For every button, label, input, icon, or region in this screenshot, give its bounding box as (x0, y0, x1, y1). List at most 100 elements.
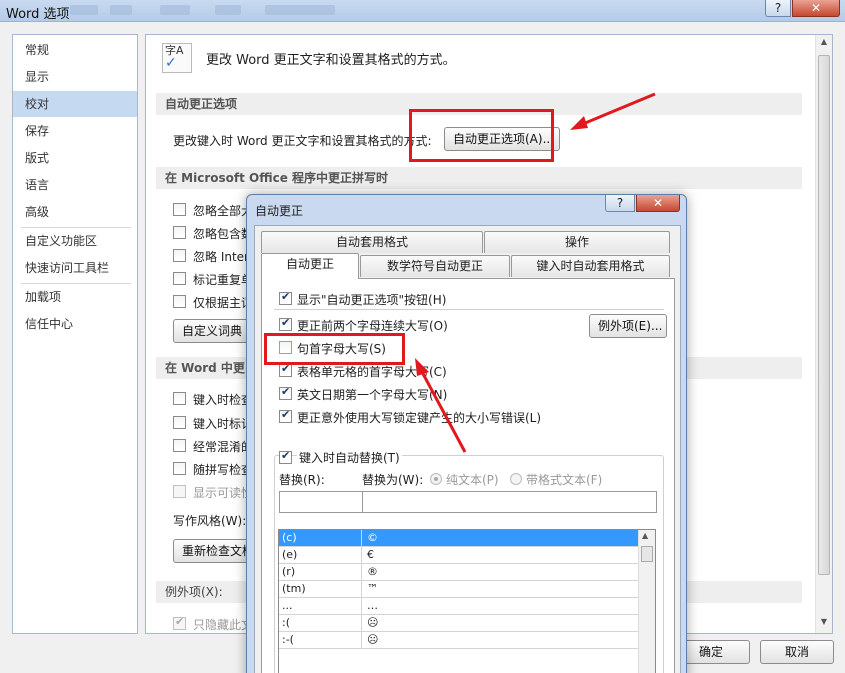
tab-autocorrect[interactable]: 自动更正 (261, 253, 359, 279)
window-titlebar: Word 选项 ? ✕ (0, 0, 845, 22)
highlight-box-autocorrect-button (409, 109, 554, 162)
readability-checkbox (173, 485, 186, 498)
background-tab-placeholder (160, 5, 190, 15)
formatted-text-radio (510, 473, 522, 485)
dialog-help-button[interactable]: ? (605, 195, 635, 212)
window-close-button[interactable]: ✕ (792, 0, 840, 17)
ignore-internet-checkbox[interactable] (173, 249, 186, 262)
list-item-from: (tm) (282, 582, 306, 595)
nav-item-layout[interactable]: 版式 (13, 145, 137, 171)
list-item[interactable]: (tm) ™ (279, 581, 639, 598)
list-item-to: ☹ (367, 616, 379, 629)
flag-repeated-label: 标记重复单 (193, 273, 254, 287)
dialog-title: 自动更正 (255, 204, 304, 218)
nav-item-trust-center[interactable]: 信任中心 (13, 311, 137, 337)
background-tab-placeholder (110, 5, 132, 15)
hide-errors-checkbox (173, 615, 186, 630)
nav-item-customize-ribbon[interactable]: 自定义功能区 (13, 228, 137, 254)
ignore-internet-label: 忽略 Inter (193, 250, 249, 264)
list-item[interactable]: (c) © (279, 530, 639, 547)
nav-item-addins[interactable]: 加载项 (13, 284, 137, 310)
nav-item-quick-access-toolbar[interactable]: 快速访问工具栏 (13, 255, 137, 281)
confused-words-label: 经常混淆的 (193, 440, 254, 454)
replacement-list[interactable]: (c) © (e) € (r) ® (tm) ™ ... … :( ☹ :-(☹ ▲ (278, 529, 656, 673)
options-nav: 常规 显示 校对 保存 版式 语言 高级 自定义功能区 快速访问工具栏 加载项 … (12, 34, 138, 634)
plain-text-label: 纯文本(P) (446, 473, 499, 487)
scroll-down-icon[interactable]: ▼ (818, 617, 830, 631)
list-item-to: ® (367, 565, 378, 578)
list-item-from: :( (282, 616, 290, 629)
show-autocorrect-button-checkbox[interactable] (279, 290, 292, 305)
cancel-button[interactable]: 取消 (760, 640, 834, 664)
mark-grammar-label: 键入时标记 (193, 417, 254, 431)
mark-grammar-checkbox[interactable] (173, 416, 186, 429)
background-tab-placeholder (265, 5, 335, 15)
scrollbar-thumb[interactable] (641, 546, 653, 562)
scroll-up-icon[interactable]: ▲ (642, 531, 648, 540)
main-dictionary-only-label: 仅根据主词 (193, 296, 254, 310)
nav-item-general[interactable]: 常规 (13, 37, 137, 63)
list-item-to: ☹ (367, 633, 379, 646)
ignore-uppercase-checkbox[interactable] (173, 203, 186, 216)
divider (274, 309, 664, 310)
nav-item-display[interactable]: 显示 (13, 64, 137, 90)
ignore-numbers-checkbox[interactable] (173, 226, 186, 239)
capitalize-day-names-checkbox[interactable] (279, 385, 292, 400)
office-spelling-section-header: 在 Microsoft Office 程序中更正拼写时 (156, 167, 802, 189)
list-item[interactable]: (r) ® (279, 564, 639, 581)
recheck-document-button[interactable]: 重新检查文档 (173, 539, 254, 563)
main-dictionary-only-checkbox[interactable] (173, 295, 186, 308)
nav-item-advanced[interactable]: 高级 (13, 199, 137, 225)
replace-input[interactable] (279, 491, 363, 513)
scroll-up-icon[interactable]: ▲ (818, 37, 830, 51)
list-item[interactable]: (e) € (279, 547, 639, 564)
red-arrow-icon (570, 92, 656, 130)
flag-repeated-checkbox[interactable] (173, 272, 186, 285)
hide-errors-label: 只隐藏此文 (193, 618, 254, 632)
background-tab-placeholder (215, 5, 241, 15)
correct-caps-lock-checkbox[interactable] (279, 408, 292, 423)
window-help-button[interactable]: ? (765, 0, 791, 17)
nav-item-save[interactable]: 保存 (13, 118, 137, 144)
ignore-uppercase-label: 忽略全部大 (193, 204, 254, 218)
list-item-to: € (367, 548, 374, 561)
readability-label: 显示可读性 (193, 486, 254, 500)
page-title: 更改 Word 更正文字和设置其格式的方式。 (206, 53, 456, 68)
check-spelling-checkbox[interactable] (173, 392, 186, 405)
tab-math-autocorrect[interactable]: 数学符号自动更正 (360, 255, 510, 277)
list-item-to: … (367, 599, 378, 612)
highlight-box-capitalize-option (264, 333, 405, 365)
content-scrollbar[interactable]: ▲ ▼ (815, 35, 832, 633)
list-scrollbar[interactable]: ▲ (638, 530, 655, 673)
tab-autoformat-as-you-type[interactable]: 键入时自动套用格式 (511, 255, 670, 277)
list-item[interactable]: ...… (279, 598, 639, 615)
check-grammar-checkbox[interactable] (173, 462, 186, 475)
plain-text-radio (430, 473, 442, 485)
tab-actions[interactable]: 操作 (484, 231, 670, 253)
list-item-to: © (367, 531, 378, 544)
exceptions-button[interactable]: 例外项(E)... (589, 314, 667, 338)
check-mark-icon: ✓ (165, 55, 177, 71)
correct-two-initial-capitals-label: 更正前两个字母连续大写(O) (297, 319, 448, 333)
show-autocorrect-button-label: 显示"自动更正选项"按钮(H) (297, 293, 447, 307)
replace-as-you-type-checkbox[interactable] (279, 449, 292, 464)
tab-autoformat[interactable]: 自动套用格式 (261, 231, 483, 253)
replace-with-input[interactable] (362, 491, 657, 513)
window-title: Word 选项 (6, 7, 70, 22)
nav-item-proofing[interactable]: 校对 (13, 91, 137, 117)
list-item-from: (e) (282, 548, 298, 561)
dialog-close-button[interactable]: ✕ (636, 195, 680, 212)
list-item[interactable]: :-(☹ (279, 632, 639, 649)
nav-item-language[interactable]: 语言 (13, 172, 137, 198)
confused-words-checkbox[interactable] (173, 439, 186, 452)
check-grammar-label: 随拼写检查 (193, 463, 254, 477)
replace-with-label: 替换为(W): (362, 473, 424, 487)
correct-two-initial-capitals-checkbox[interactable] (279, 316, 292, 331)
writing-style-label: 写作风格(W): (173, 514, 247, 528)
replace-label: 替换(R): (279, 473, 325, 487)
scrollbar-thumb[interactable] (818, 55, 830, 575)
capitalize-table-cells-checkbox[interactable] (279, 362, 292, 377)
red-arrow-icon (415, 358, 467, 453)
check-spelling-label: 键入时检查 (193, 393, 254, 407)
list-item[interactable]: :( ☹ (279, 615, 639, 632)
